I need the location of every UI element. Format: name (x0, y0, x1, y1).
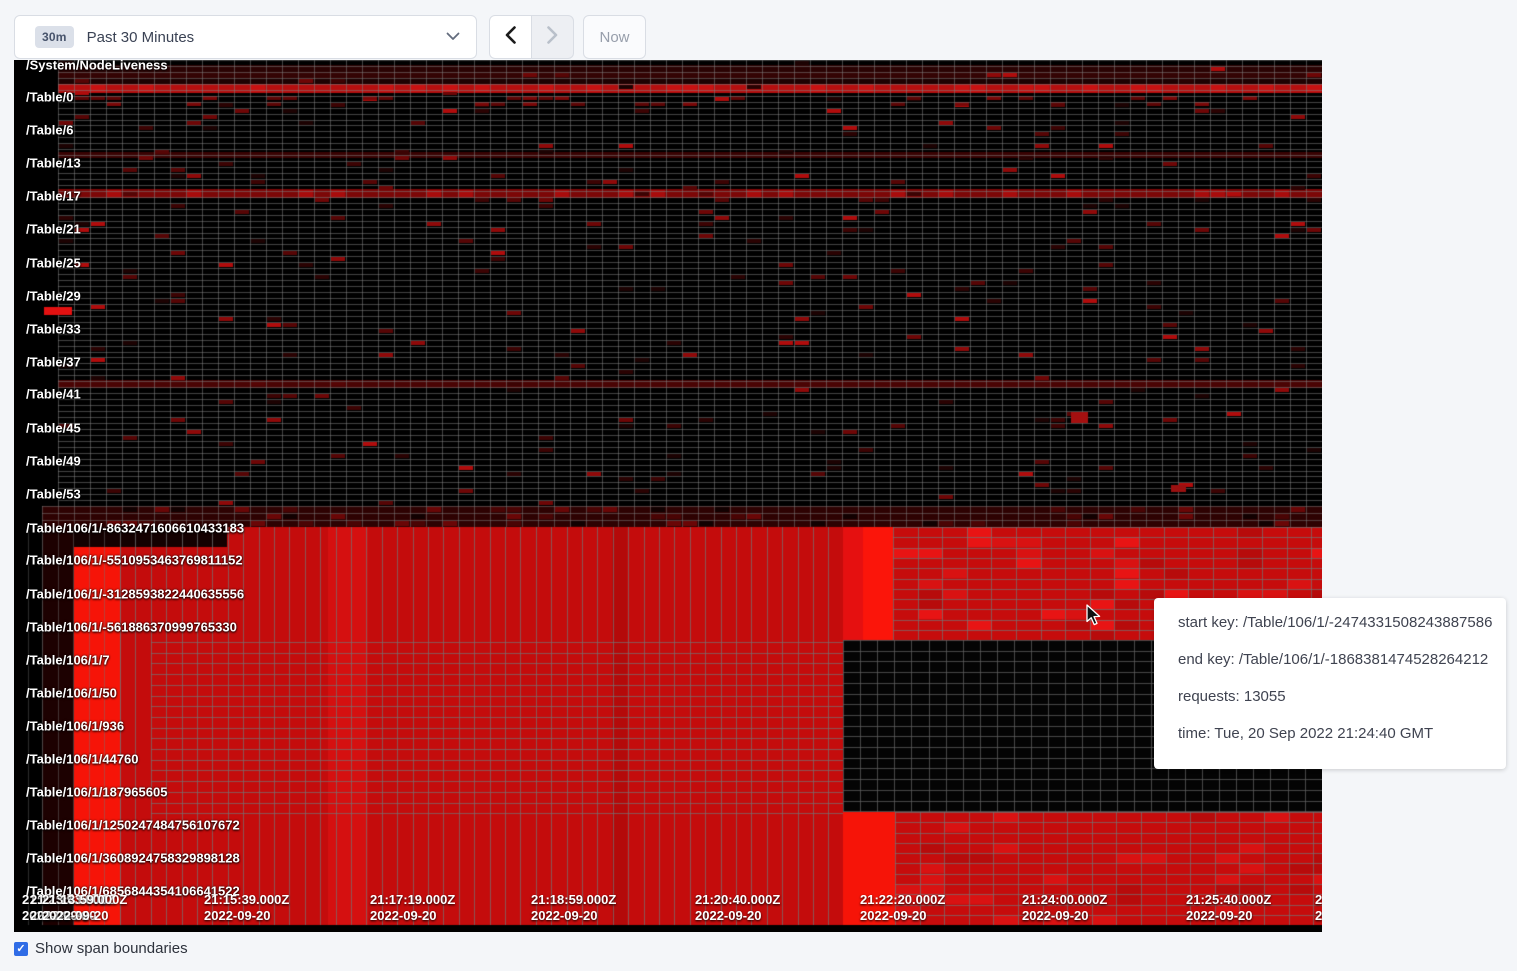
time-nav-group (489, 15, 574, 59)
key-visualizer-canvas[interactable] (14, 60, 1322, 932)
chevron-left-icon (505, 26, 516, 49)
tooltip-start-key: start key: /Table/106/1/-247433150824388… (1178, 611, 1482, 634)
now-button-label: Now (599, 29, 629, 46)
time-range-badge: 30m (35, 26, 74, 48)
now-button[interactable]: Now (583, 15, 646, 59)
chevron-down-icon (446, 28, 460, 46)
chevron-right-icon (547, 26, 558, 49)
show-span-boundaries-checkbox[interactable]: ✓ (14, 942, 28, 956)
previous-time-button[interactable] (489, 15, 532, 59)
footer: ✓ Show span boundaries (14, 940, 188, 957)
tooltip-end-key: end key: /Table/106/1/-18683814745282642… (1178, 648, 1482, 671)
time-range-label: Past 30 Minutes (87, 29, 446, 46)
tooltip-requests: requests: 13055 (1178, 685, 1482, 708)
next-time-button[interactable] (531, 15, 574, 59)
show-span-boundaries-label: Show span boundaries (35, 940, 188, 957)
key-visualizer: /System/NodeLiveness/Table/0/Table/6/Tab… (14, 60, 1322, 932)
key-visualizer-page: { "toolbar": { "time_range": { "badge": … (0, 0, 1517, 971)
toolbar: 30m Past 30 Minutes Now (14, 15, 646, 59)
tooltip-time: time: Tue, 20 Sep 2022 21:24:40 GMT (1178, 722, 1482, 745)
span-tooltip: start key: /Table/106/1/-247433150824388… (1154, 598, 1506, 769)
time-range-select[interactable]: 30m Past 30 Minutes (14, 15, 477, 59)
